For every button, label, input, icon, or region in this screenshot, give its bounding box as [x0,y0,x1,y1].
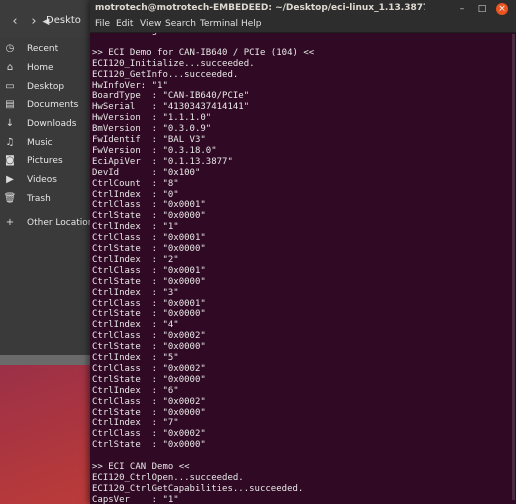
trash-icon: 🗑 [3,193,17,204]
sidebar-item-label: Documents [27,100,79,110]
sidebar-item-label: Pictures [27,156,63,166]
document-icon: ▤ [5,99,15,110]
files-headerbar: ‹ › ◀ Deskto [0,0,95,39]
sidebar-item-label: Trash [27,194,51,204]
sidebar-item-documents[interactable]: ▤ Documents [0,96,95,114]
terminal-line: CtrlState : "0x0000" [92,342,206,353]
close-icon[interactable]: × [496,3,508,15]
terminal-titlebar[interactable]: motrotech@motrotech-EMBEDEED: ~/Desktop/… [90,0,516,18]
menu-view[interactable]: View [140,19,161,29]
terminal-line: CtrlState : "0x0000" [92,276,206,287]
files-statusbar [0,355,95,365]
video-icon: ▶ [6,174,14,185]
terminal-line: HwInfoVer: "1" [92,80,168,91]
back-arrow-icon[interactable]: ‹ [6,12,24,32]
terminal-line: CtrlClass : "0x0002" [92,363,206,374]
terminal-line: DevId : "0x100" [92,167,201,178]
clock-icon: ◷ [5,43,15,54]
terminal-line: CtrlIndex : "1" [92,222,179,233]
terminal-line: BoardType : "CAN-IB640/PCIe" [92,91,250,102]
terminal-line: ECI120_CtrlOpen...succeeded. [92,472,244,483]
terminal-line: >> Returning from ECI Demo for USB-to-CA… [92,33,347,37]
terminal-line: CtrlIndex : "5" [92,353,179,363]
sidebar-item-downloads[interactable]: ↓ Downloads [0,115,95,133]
sidebar-item-videos[interactable]: ▶ Videos [0,171,95,189]
terminal-line: CapsVer : "1" [92,494,179,504]
terminal-line: CtrlClass : "0x0001" [92,265,206,276]
window-title: motrotech@motrotech-EMBEDEED: ~/Desktop/… [95,3,425,13]
terminal-line: >> ECI Demo for CAN-IB640 / PCIe (104) <… [92,47,315,58]
terminal-line: FwVersion : "0.3.18.0" [92,145,217,156]
sidebar-item-label: Videos [27,175,57,185]
sidebar-item-label: Recent [27,44,59,54]
download-icon: ↓ [5,118,15,129]
terminal-line: CtrlState : "0x0000" [92,440,206,451]
path-segment[interactable]: Deskto [46,15,81,26]
terminal-line: CtrlState : "0x0000" [92,211,206,222]
terminal-line: HwVersion : "1.1.1.0" [92,113,212,124]
terminal-line: CtrlClass : "0x0002" [92,429,206,440]
camera-icon: ◙ [5,155,15,166]
sidebar-item-other-locations[interactable]: + Other Locations [0,214,99,232]
terminal-line: CtrlClass : "0x0002" [92,331,206,342]
terminal-line: CtrlClass : "0x0001" [92,233,206,244]
terminal-line: FwIdentif : "BAL V3" [92,135,206,145]
menu-help[interactable]: Help [241,19,262,29]
terminal-line: CtrlIndex : "3" [92,287,179,298]
sidebar-item-label: Other Locations [27,218,99,228]
terminal-line: ECI120_Initialize...succeeded. [92,58,255,69]
terminal-output[interactable]: >> Returning from ECI Demo for USB-to-CA… [92,33,512,504]
folder-icon: ▭ [5,81,15,92]
sidebar-item-label: Desktop [27,82,65,92]
terminal-line: HwSerial : "41303437414141" [92,102,250,113]
menu-terminal[interactable]: Terminal [200,19,238,29]
home-icon: ⌂ [6,62,14,73]
sidebar-item-pictures[interactable]: ◙ Pictures [0,152,95,170]
maximize-icon[interactable]: □ [476,3,488,15]
sidebar-item-trash[interactable]: 🗑 Trash [0,190,95,208]
sidebar-item-label: Music [27,138,53,148]
terminal-scrollbar[interactable] [512,34,515,500]
files-window: ‹ › ◀ Deskto ◷ Recent ⌂ Home ▭ Desktop ▤… [0,0,99,365]
terminal-line: CtrlClass : "0x0001" [92,298,206,309]
terminal-line: CtrlState : "0x0000" [92,407,206,418]
terminal-line: CtrlClass : "0x0001" [92,200,206,211]
terminal-line: CtrlIndex : "4" [92,320,179,331]
sidebar-item-desktop[interactable]: ▭ Desktop [0,78,95,96]
sidebar-item-home[interactable]: ⌂ Home [0,59,95,77]
terminal-line: CtrlState : "0x0000" [92,244,206,254]
terminal-line: CtrlState : "0x0000" [92,374,206,385]
terminal-line: CtrlCount : "8" [92,178,179,189]
sidebar-item-recent[interactable]: ◷ Recent [0,40,95,58]
menu-edit[interactable]: Edit [116,19,133,29]
plus-icon: + [5,217,15,228]
sidebar-item-label: Home [27,63,54,73]
terminal-line: CtrlIndex : "7" [92,418,179,429]
menu-file[interactable]: File [95,19,110,29]
terminal-line: ECI120_GetInfo...succeeded. [92,69,239,80]
terminal-line: BmVersion : "0.3.0.9" [92,124,212,135]
minimize-icon[interactable]: – [456,3,468,15]
terminal-line: ECI120_CtrlGetCapabilities...succeeded. [92,483,304,494]
places-sidebar: ◷ Recent ⌂ Home ▭ Desktop ▤ Documents ↓ … [0,38,99,365]
terminal-line: CtrlIndex : "2" [92,254,179,265]
sidebar-item-label: Downloads [27,119,77,129]
sidebar-item-music[interactable]: ♫ Music [0,134,95,152]
terminal-line: CtrlIndex : "6" [92,385,179,396]
terminal-menubar: File Edit View Search Terminal Help [90,18,516,33]
terminal-line: CtrlClass : "0x0002" [92,396,206,407]
menu-search[interactable]: Search [165,19,196,29]
terminal-line: EciApiVer : "0.1.13.3877" [92,156,233,167]
music-icon: ♫ [5,137,15,148]
terminal-window: motrotech@motrotech-EMBEDEED: ~/Desktop/… [90,0,516,504]
terminal-line: CtrlState : "0x0000" [92,309,206,320]
terminal-line: CtrlIndex : "0" [92,189,179,200]
terminal-line: >> ECI CAN Demo << [92,462,190,472]
